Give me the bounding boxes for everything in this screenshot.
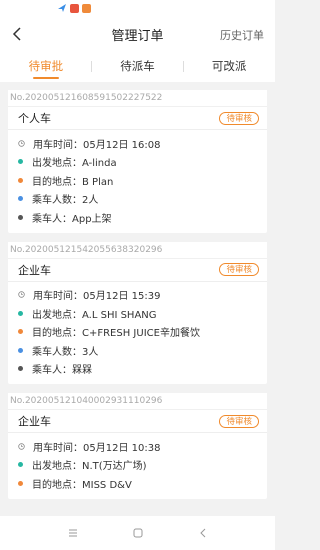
depart-dot-icon: [18, 462, 23, 468]
status-badge: 待审核: [219, 111, 259, 125]
depart-location: 出发地点：N.T(万达广场): [32, 461, 147, 473]
destination-dot-icon: [18, 329, 23, 335]
depart-dot-icon: [18, 310, 23, 316]
back-key[interactable]: [196, 526, 210, 540]
order-card-header: 个人车 待审核: [8, 106, 267, 130]
tab-active-indicator: [32, 77, 59, 79]
menu-key[interactable]: [66, 526, 80, 540]
destination-dot-icon: [18, 480, 23, 486]
clock-icon: [18, 443, 25, 450]
order-number: No.20200512154205563832029​6: [8, 241, 267, 258]
home-key[interactable]: [131, 526, 145, 540]
passenger-count-row: 乘车人数：2人: [18, 190, 267, 209]
depart-location: 出发地点：A.L SHI SHANG: [32, 309, 157, 321]
destination-dot-icon: [18, 177, 23, 183]
tab-label: 可改派: [211, 59, 247, 73]
order-details: 用车时间：05月12日 16:08 出发地点：A-linda 目的地点：B Pl…: [8, 130, 267, 233]
destination-row: 目的地点：MISS D&V: [18, 474, 267, 493]
vehicle-type: 个人车: [18, 112, 51, 125]
notification-badge-icon: [70, 3, 79, 13]
passenger-count: 乘车人数：2人: [32, 195, 99, 207]
nav-bar: 管理订单 历史订单: [0, 18, 275, 50]
use-time-row: 用车时间：05月12日 16:08: [18, 134, 267, 153]
order-list: No.20200512160859150222752​2 个人车 待审核 用车时…: [0, 82, 275, 499]
tab-reassignable[interactable]: 可改派: [183, 50, 275, 82]
passenger-name: 乘车人：App上架: [32, 213, 112, 225]
destination-location: 目的地点：C+FRESH JUICE辛加餐饮: [32, 328, 200, 340]
depart-dot-icon: [18, 159, 23, 165]
depart-row: 出发地点：N.T(万达广场): [18, 456, 267, 475]
tab-pending-dispatch[interactable]: 待派车: [92, 50, 184, 82]
tab-label: 待派车: [120, 59, 155, 73]
clock-icon: [18, 291, 25, 298]
use-time: 用车时间：05月12日 10:38: [33, 442, 161, 454]
order-card-header: 企业车 待审核: [8, 409, 267, 433]
status-icons: [57, 3, 91, 13]
history-orders-link[interactable]: 历史订单: [220, 27, 264, 43]
clock-icon: [18, 140, 25, 147]
order-card-header: 企业车 待审核: [8, 257, 267, 282]
depart-row: 出发地点：A.L SHI SHANG: [18, 304, 267, 323]
passenger-name: 乘车人：槑槑: [32, 365, 92, 377]
status-badge: 待审核: [219, 414, 259, 428]
order-details: 用车时间：05月12日 15:39 出发地点：A.L SHI SHANG 目的地…: [8, 282, 267, 385]
destination-location: 目的地点：B Plan: [32, 176, 114, 188]
destination-row: 目的地点：C+FRESH JUICE辛加餐饮: [18, 323, 267, 342]
vehicle-type: 企业车: [18, 263, 51, 277]
chevron-left-icon: [12, 27, 21, 41]
depart-location: 出发地点：A-linda: [32, 158, 117, 170]
passenger-row: 乘车人：槑槑: [18, 360, 267, 379]
back-button[interactable]: [6, 23, 28, 45]
order-details: 用车时间：05月12日 10:38 出发地点：N.T(万达广场) 目的地点：MI…: [8, 433, 267, 499]
notification-badge-icon: [82, 3, 91, 13]
depart-row: 出发地点：A-linda: [18, 153, 267, 172]
use-time: 用车时间：05月12日 16:08: [33, 139, 161, 151]
chevron-left-icon: [199, 528, 205, 538]
home-square-icon: [133, 528, 142, 538]
use-time-row: 用车时间：05月12日 10:38: [18, 437, 267, 456]
passenger-count-dot-icon: [18, 196, 23, 202]
destination-row: 目的地点：B Plan: [18, 171, 267, 190]
passenger-dot-icon: [18, 214, 23, 220]
page-title: 管理订单: [111, 28, 164, 44]
system-navigation-bar: [0, 516, 275, 550]
order-card[interactable]: No.20200512104000293111029​6 企业车 待审核 用车时…: [8, 393, 267, 499]
passenger-count: 乘车人数：3人: [32, 346, 99, 358]
tab-label: 待审批: [28, 59, 64, 73]
passenger-count-row: 乘车人数：3人: [18, 341, 267, 360]
app-notification-icon: [58, 4, 66, 12]
passenger-count-dot-icon: [18, 347, 23, 353]
order-number: No.20200512104000293111029​6: [8, 393, 267, 409]
order-card[interactable]: No.20200512160859150222752​2 个人车 待审核 用车时…: [8, 90, 267, 233]
vehicle-type: 企业车: [18, 415, 51, 428]
passenger-row: 乘车人：App上架: [18, 208, 267, 227]
use-time-row: 用车时间：05月12日 15:39: [18, 286, 267, 305]
menu-icon: [68, 529, 77, 537]
order-card[interactable]: No.20200512154205563832029​6 企业车 待审核 用车时…: [8, 241, 267, 385]
use-time: 用车时间：05月12日 15:39: [33, 291, 161, 303]
passenger-dot-icon: [18, 366, 23, 372]
tab-pending-approval[interactable]: 待审批: [0, 50, 92, 82]
status-badge: 待审核: [219, 263, 259, 276]
status-bar: [0, 0, 275, 18]
order-number: No.20200512160859150222752​2: [8, 90, 267, 106]
destination-location: 目的地点：MISS D&V: [32, 479, 132, 491]
order-tabs: 待审批 待派车 可改派: [0, 50, 275, 82]
